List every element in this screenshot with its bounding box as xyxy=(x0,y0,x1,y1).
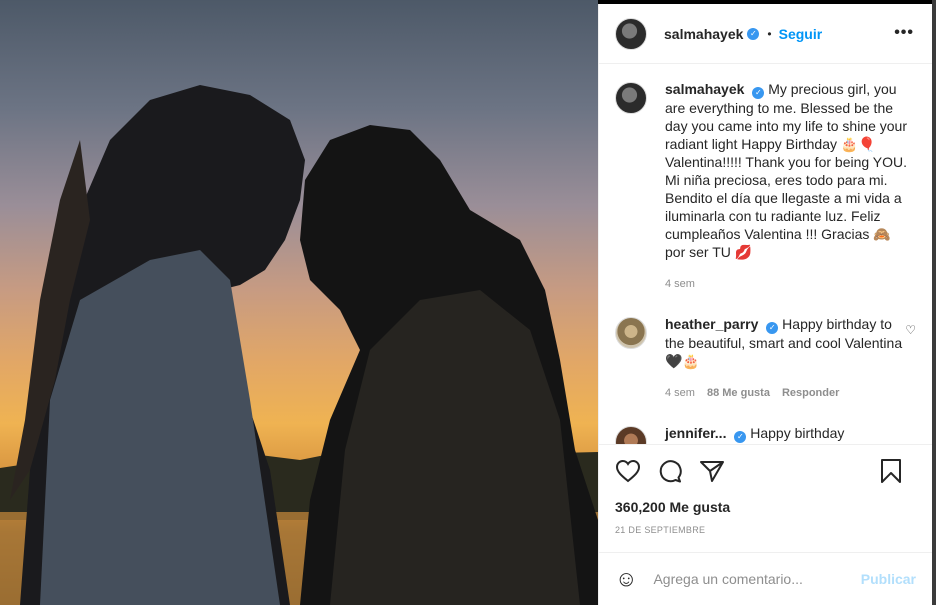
caption-username[interactable]: salmahayek xyxy=(665,81,744,97)
caption-time[interactable]: 4 sem xyxy=(665,275,695,293)
verified-badge-icon: ✓ xyxy=(734,431,747,443)
caption: salmahayek ✓ My precious girl, you are e… xyxy=(615,80,916,293)
follow-button[interactable]: Seguir xyxy=(779,26,823,42)
caption-avatar[interactable] xyxy=(615,82,647,114)
action-icons xyxy=(615,445,916,497)
comment-item: heather_parry ✓ Happy birthday to the be… xyxy=(615,315,916,402)
comment-bubble-icon[interactable] xyxy=(657,459,683,483)
author-username[interactable]: salmahayek xyxy=(664,26,743,42)
comment-username[interactable]: jennifer... xyxy=(665,425,726,441)
comment-time[interactable]: 4 sem xyxy=(665,384,695,402)
comment-likes[interactable]: 88 Me gusta xyxy=(707,384,770,402)
separator-dot: • xyxy=(767,26,772,41)
like-heart-icon[interactable] xyxy=(615,459,641,483)
verified-badge-icon: ✓ xyxy=(747,27,760,40)
comment-body: jennifer... ✓ Happy birthday xyxy=(665,424,910,444)
verified-badge-icon: ✓ xyxy=(766,322,779,334)
reply-button[interactable]: Responder xyxy=(782,384,839,402)
background-page-edge xyxy=(932,0,936,605)
post-actions: 360,200 Me gusta 21 DE SEPTIEMBRE xyxy=(599,444,932,535)
comment-avatar[interactable] xyxy=(615,426,647,444)
post-date[interactable]: 21 DE SEPTIEMBRE xyxy=(615,525,916,535)
comment-like-heart-icon[interactable]: ♡ xyxy=(905,323,916,337)
post-photo xyxy=(0,0,598,605)
comment-meta: 4 sem 88 Me gusta Responder xyxy=(665,384,910,402)
bookmark-save-icon[interactable] xyxy=(880,458,902,484)
photo-silhouettes xyxy=(0,85,598,605)
comment-text: Happy birthday xyxy=(750,425,845,441)
emoji-smiley-icon[interactable]: ☺ xyxy=(615,568,637,590)
comment-body: heather_parry ✓ Happy birthday to the be… xyxy=(665,315,910,402)
verified-badge-icon: ✓ xyxy=(752,87,765,99)
caption-text: My precious girl, you are everything to … xyxy=(665,81,908,260)
caption-body: salmahayek ✓ My precious girl, you are e… xyxy=(665,80,910,293)
caption-meta: 4 sem xyxy=(665,275,910,293)
share-send-icon[interactable] xyxy=(699,459,725,483)
more-horizontal-icon[interactable]: ••• xyxy=(894,25,914,41)
comment-input[interactable] xyxy=(653,571,854,587)
author-avatar[interactable] xyxy=(615,17,647,50)
post-side-panel: salmahayek ✓ • Seguir ••• salmahayek ✓ M… xyxy=(598,4,932,605)
likes-count[interactable]: 360,200 Me gusta xyxy=(615,499,916,515)
comment-item: jennifer... ✓ Happy birthday xyxy=(615,424,916,444)
publish-button[interactable]: Publicar xyxy=(861,571,916,587)
comments-list[interactable]: salmahayek ✓ My precious girl, you are e… xyxy=(599,64,932,444)
comment-avatar[interactable] xyxy=(615,317,647,349)
post-header: salmahayek ✓ • Seguir ••• xyxy=(599,4,932,64)
comment-username[interactable]: heather_parry xyxy=(665,316,758,332)
add-comment-bar: ☺ Publicar xyxy=(599,552,932,605)
